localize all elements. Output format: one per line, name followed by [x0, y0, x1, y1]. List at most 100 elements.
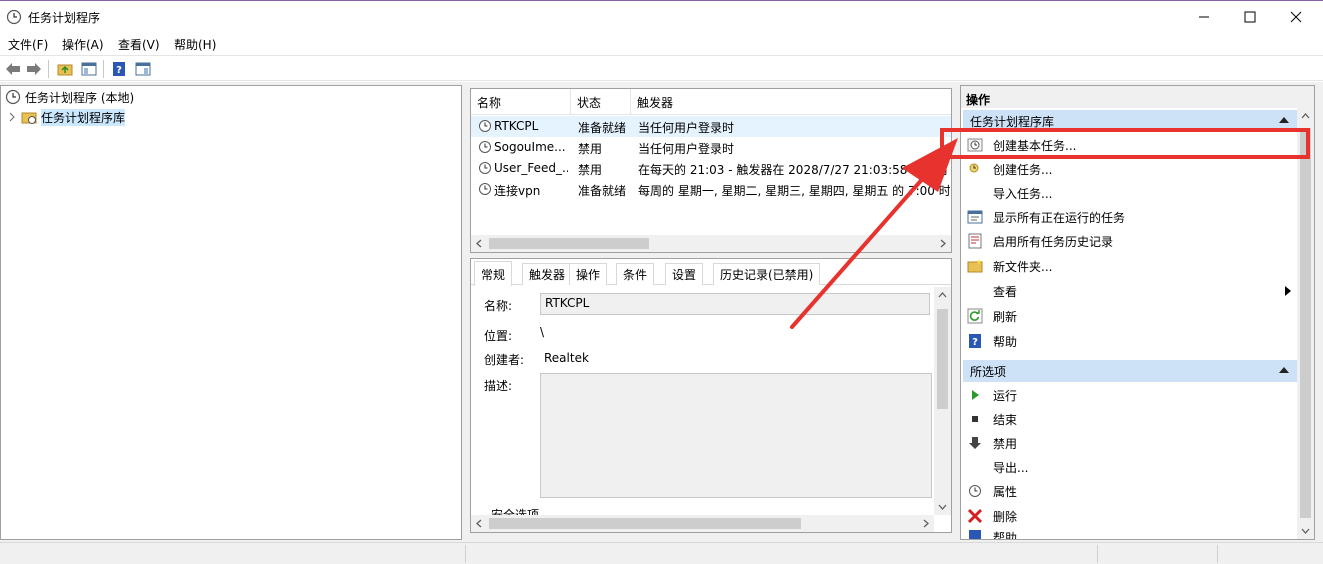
action-label: 运行 — [993, 388, 1018, 403]
collapse-arrow-icon[interactable] — [1279, 117, 1289, 123]
table-row[interactable]: SogouIme... 禁用 当任何用户登录时 — [471, 137, 951, 158]
actions-vertical-scrollbar[interactable] — [1297, 108, 1314, 539]
show-hide-tree-button[interactable] — [79, 59, 99, 79]
status-divider — [1217, 545, 1218, 563]
action-view[interactable]: 查看 — [967, 280, 1297, 302]
description-field[interactable] — [540, 373, 932, 498]
column-header-trigger[interactable]: 触发器 — [631, 89, 951, 115]
action-export[interactable]: 导出... — [967, 456, 1297, 478]
task-clock-icon — [479, 120, 491, 132]
action-pane-icon — [135, 62, 151, 76]
tab-actions[interactable]: 操作 — [569, 263, 608, 285]
scroll-right-icon[interactable] — [922, 519, 930, 528]
column-header-name[interactable]: 名称 — [471, 89, 571, 115]
tree-item-root[interactable]: 任务计划程序 (本地) — [5, 88, 134, 106]
new-folder-icon — [967, 258, 983, 274]
scroll-thumb[interactable] — [489, 518, 801, 529]
scroll-down-icon[interactable] — [938, 503, 947, 511]
task-list-header: 名称 状态 触发器 — [471, 89, 951, 115]
tab-history-label: 历史记录(已禁用) — [720, 268, 814, 282]
table-row[interactable]: RTKCPL 准备就绪 当任何用户登录时 — [471, 116, 951, 137]
task-status: 禁用 — [578, 163, 603, 177]
minimize-button[interactable] — [1181, 1, 1227, 33]
scroll-thumb[interactable] — [1300, 128, 1311, 518]
table-row[interactable]: 连接vpn 准备就绪 每周的 星期一, 星期二, 星期三, 星期四, 星期五 的… — [471, 179, 951, 200]
section-selected-item[interactable]: 所选项 — [963, 360, 1299, 382]
action-disable[interactable]: 禁用 — [967, 432, 1297, 454]
column-header-status[interactable]: 状态 — [571, 89, 631, 115]
toolbar: ? — [0, 55, 1323, 81]
action-import-task[interactable]: 导入任务... — [967, 182, 1297, 204]
scroll-thumb[interactable] — [937, 309, 948, 409]
back-button[interactable] — [3, 59, 23, 79]
tab-general[interactable]: 常规 — [474, 261, 513, 286]
menu-file[interactable]: 文件(F) — [8, 36, 48, 53]
action-delete[interactable]: 删除 — [967, 505, 1297, 527]
forward-button[interactable] — [24, 59, 44, 79]
tab-settings[interactable]: 设置 — [665, 263, 704, 285]
window-title: 任务计划程序 — [28, 11, 101, 25]
location-value: \ — [540, 325, 545, 339]
toolbar-separator — [103, 60, 104, 78]
scroll-left-icon[interactable] — [475, 239, 483, 248]
action-label: 结束 — [993, 412, 1018, 427]
toolbar-separator — [48, 60, 49, 78]
show-action-pane-button[interactable] — [133, 59, 153, 79]
author-label: 创建者: — [484, 353, 525, 367]
action-refresh[interactable]: 刷新 — [967, 305, 1297, 327]
menu-action[interactable]: 操作(A) — [62, 36, 104, 53]
column-name-label: 名称 — [477, 95, 502, 110]
blank-icon — [967, 459, 983, 475]
task-list-horizontal-scrollbar[interactable] — [471, 235, 951, 252]
task-trigger: 当任何用户登录时 — [638, 121, 735, 135]
action-properties[interactable]: 属性 — [967, 480, 1297, 502]
forward-arrow-icon — [27, 63, 41, 75]
action-create-task[interactable]: 创建任务... — [967, 158, 1297, 180]
status-divider — [1097, 545, 1098, 563]
table-row[interactable]: User_Feed_... 禁用 在每天的 21:03 - 触发器在 2028/… — [471, 158, 951, 179]
folder-clock-icon — [21, 112, 37, 124]
help-icon — [967, 529, 983, 539]
action-help[interactable]: ? 帮助 — [967, 330, 1297, 352]
menu-help[interactable]: 帮助(H) — [174, 36, 216, 53]
action-help-selected[interactable]: 帮助 — [967, 529, 1297, 540]
collapse-arrow-icon[interactable] — [1279, 367, 1289, 373]
column-status-label: 状态 — [577, 95, 602, 110]
maximize-button[interactable] — [1227, 1, 1273, 33]
action-show-running-tasks[interactable]: 显示所有正在运行的任务 — [967, 206, 1297, 228]
detail-horizontal-scrollbar[interactable] — [471, 515, 934, 532]
close-button[interactable] — [1273, 1, 1319, 33]
blank-icon — [967, 185, 983, 201]
action-label: 查看 — [993, 284, 1018, 299]
scroll-down-icon[interactable] — [1301, 527, 1310, 535]
scroll-right-icon[interactable] — [939, 239, 947, 248]
tab-triggers[interactable]: 触发器 — [522, 263, 573, 285]
detail-vertical-scrollbar[interactable] — [934, 287, 951, 515]
tree-item-library[interactable]: 任务计划程序库 — [7, 108, 126, 126]
action-new-folder[interactable]: 新文件夹... — [967, 255, 1297, 277]
section-task-library-label: 任务计划程序库 — [970, 114, 1055, 129]
menu-view[interactable]: 查看(V) — [118, 36, 160, 53]
folder-up-icon — [57, 64, 73, 76]
scroll-up-icon[interactable] — [1301, 112, 1310, 120]
name-field[interactable]: RTKCPL — [540, 293, 930, 315]
action-label: 刷新 — [993, 309, 1018, 324]
name-value: RTKCPL — [545, 296, 590, 310]
scroll-thumb[interactable] — [489, 238, 649, 249]
action-label: 帮助 — [993, 531, 1018, 540]
chevron-right-icon[interactable] — [7, 112, 17, 122]
up-folder-button[interactable] — [55, 59, 75, 79]
console-tree: 任务计划程序 (本地) 任务计划程序库 — [0, 85, 462, 540]
tab-history[interactable]: 历史记录(已禁用) — [713, 263, 821, 285]
annotation-highlight-box — [940, 128, 1310, 159]
action-run[interactable]: 运行 — [967, 384, 1297, 406]
action-enable-history[interactable]: 启用所有任务历史记录 — [967, 230, 1297, 252]
tab-conditions[interactable]: 条件 — [616, 263, 655, 285]
action-label: 导入任务... — [993, 186, 1053, 201]
action-label: 启用所有任务历史记录 — [993, 234, 1114, 249]
scroll-left-icon[interactable] — [475, 519, 483, 528]
action-label: 禁用 — [993, 436, 1018, 451]
help-button[interactable]: ? — [109, 59, 129, 79]
scroll-up-icon[interactable] — [938, 291, 947, 299]
action-end[interactable]: 结束 — [967, 408, 1297, 430]
